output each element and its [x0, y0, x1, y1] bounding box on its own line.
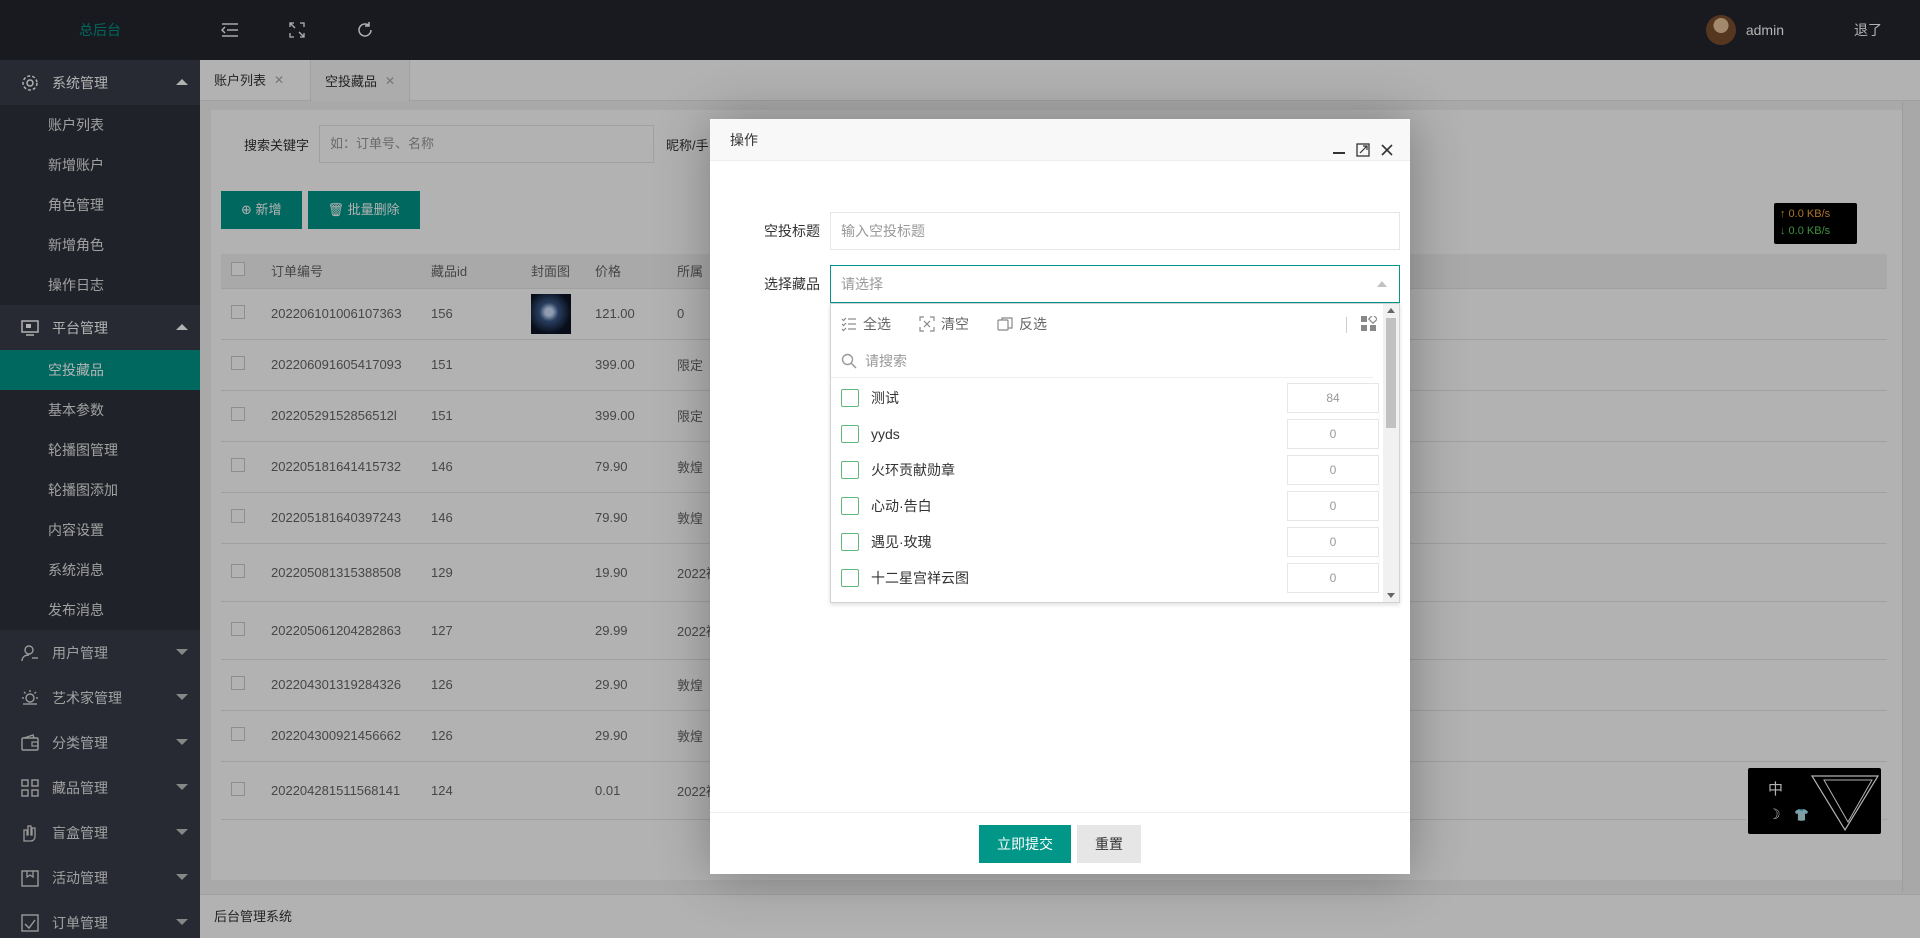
scroll-down-arrow-icon[interactable] — [1387, 593, 1395, 598]
checklist-icon — [841, 317, 856, 332]
dropdown-search-input[interactable]: 请搜索 — [865, 351, 907, 371]
option-quantity-input[interactable]: 0 — [1287, 455, 1379, 485]
option-item[interactable]: 测试 84 — [831, 380, 1379, 416]
option-list: 测试 84 yyds 0 火环贡献勋章 0 心动·告白 0 遇见·玫瑰 0 十二星宫祥云图 0 — [831, 380, 1379, 596]
dropdown-scrollbar[interactable] — [1383, 304, 1399, 602]
reset-button[interactable]: 重置 — [1077, 824, 1141, 863]
option-item[interactable]: yyds 0 — [831, 416, 1379, 452]
operation-dialog: 操作 空投标题 输入空投标题 选择藏品 请选择 全选 清空 反选 请搜索 测试 … — [710, 119, 1410, 874]
select-placeholder: 请选择 — [841, 276, 883, 292]
invert-button[interactable]: 反选 — [997, 314, 1047, 334]
clear-icon — [919, 316, 935, 332]
collectible-select-row: 选择藏品 请选择 — [710, 265, 1410, 303]
search-icon — [841, 353, 857, 369]
submit-button[interactable]: 立即提交 — [979, 824, 1071, 863]
option-item[interactable]: 十二星宫祥云图 0 — [831, 560, 1379, 596]
option-checkbox[interactable] — [841, 389, 859, 407]
option-quantity-input[interactable]: 0 — [1287, 563, 1379, 593]
chevron-up-icon — [1377, 281, 1387, 287]
collectible-select[interactable]: 请选择 — [830, 265, 1400, 303]
option-quantity-input[interactable]: 0 — [1287, 419, 1379, 449]
dialog-title-bar: 操作 — [710, 119, 1410, 161]
toolbar-divider — [1346, 317, 1347, 333]
dialog-footer: 立即提交 重置 — [710, 812, 1410, 874]
airdrop-title-row: 空投标题 输入空投标题 — [710, 212, 1410, 250]
option-checkbox[interactable] — [841, 497, 859, 515]
option-checkbox[interactable] — [841, 461, 859, 479]
option-name: 火环贡献勋章 — [871, 462, 955, 478]
option-name: 遇见·玫瑰 — [871, 534, 932, 550]
airdrop-title-label: 空投标题 — [764, 223, 820, 239]
option-quantity-input[interactable]: 0 — [1287, 527, 1379, 557]
dropdown-search[interactable]: 请搜索 — [831, 344, 1373, 378]
option-name: yyds — [871, 426, 900, 442]
dialog-body: 空投标题 输入空投标题 选择藏品 请选择 全选 清空 反选 请搜索 测试 84 … — [710, 161, 1410, 812]
airdrop-title-input[interactable]: 输入空投标题 — [830, 212, 1400, 250]
option-item[interactable]: 火环贡献勋章 0 — [831, 452, 1379, 488]
option-checkbox[interactable] — [841, 425, 859, 443]
collectible-dropdown: 全选 清空 反选 请搜索 测试 84 yyds 0 火环贡献勋章 0 心动·告白… — [830, 303, 1400, 603]
scroll-thumb[interactable] — [1386, 318, 1396, 428]
select-all-button[interactable]: 全选 — [841, 314, 891, 334]
option-name: 心动·告白 — [871, 498, 932, 514]
scroll-up-arrow-icon[interactable] — [1387, 308, 1395, 313]
collectible-select-label: 选择藏品 — [764, 276, 820, 292]
grid-view-icon[interactable] — [1361, 313, 1379, 335]
option-checkbox[interactable] — [841, 533, 859, 551]
copy-icon — [997, 317, 1013, 331]
option-item[interactable]: 心动·告白 0 — [831, 488, 1379, 524]
dropdown-toolbar: 全选 清空 反选 — [831, 304, 1399, 344]
clear-button[interactable]: 清空 — [919, 314, 969, 334]
option-name: 测试 — [871, 390, 899, 406]
option-quantity-input[interactable]: 84 — [1287, 383, 1379, 413]
option-checkbox[interactable] — [841, 569, 859, 587]
option-name: 十二星宫祥云图 — [871, 570, 969, 586]
option-item[interactable]: 遇见·玫瑰 0 — [831, 524, 1379, 560]
option-quantity-input[interactable]: 0 — [1287, 491, 1379, 521]
dialog-title: 操作 — [730, 132, 758, 148]
